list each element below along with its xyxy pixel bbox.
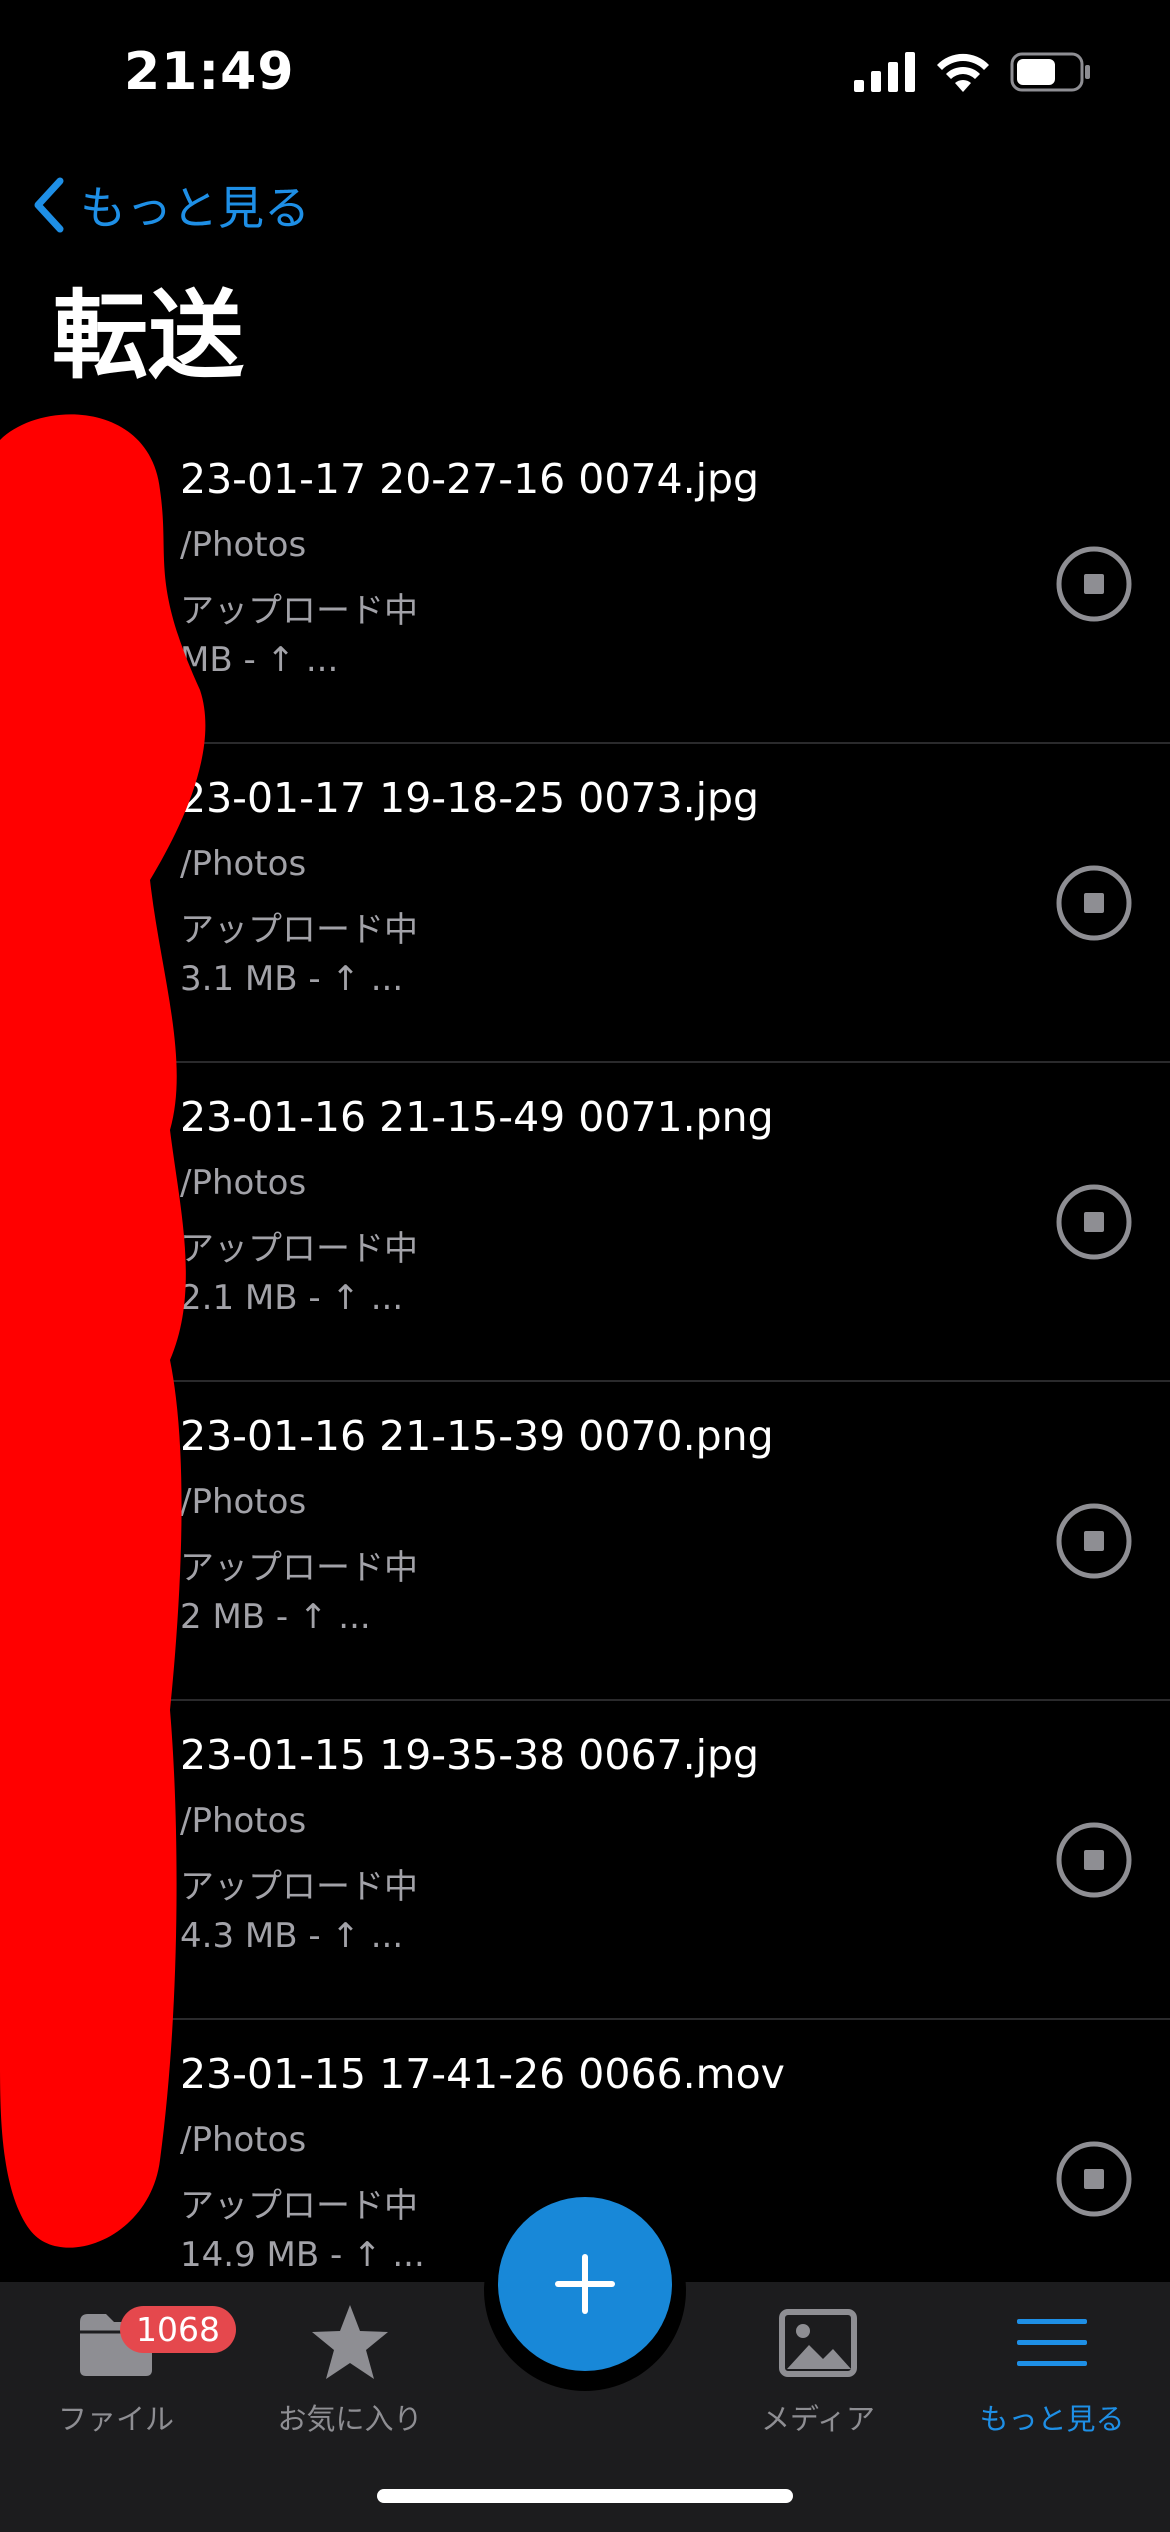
battery-icon bbox=[1010, 52, 1090, 92]
transfer-state: アップロード中 bbox=[180, 1867, 418, 1907]
tab-files-label: ファイル bbox=[57, 2402, 174, 2436]
redaction-overlay bbox=[0, 414, 206, 2248]
tab-media-label: メディア bbox=[761, 2402, 875, 2436]
file-name: 23-01-15 17-41-26 0066.mov bbox=[180, 2050, 785, 2098]
stop-transfer-icon[interactable] bbox=[1055, 864, 1133, 942]
transfer-progress: 14.9 MB - ↑ ... bbox=[180, 2235, 425, 2275]
tab-media[interactable]: メディア bbox=[718, 2298, 918, 2458]
transfer-state: アップロード中 bbox=[180, 2186, 418, 2226]
files-count-badge: 1068 bbox=[120, 2306, 236, 2353]
back-button[interactable]: もっと見る bbox=[26, 172, 310, 238]
home-indicator bbox=[377, 2489, 793, 2503]
stop-transfer-icon[interactable] bbox=[1055, 1183, 1133, 1261]
signal-icon bbox=[854, 52, 915, 92]
photo-icon bbox=[773, 2298, 863, 2388]
transfer-state: アップロード中 bbox=[180, 1229, 418, 1269]
plus-icon bbox=[555, 2254, 615, 2314]
wifi-icon bbox=[937, 53, 989, 92]
transfer-state: アップロード中 bbox=[180, 1548, 418, 1588]
tab-favorites[interactable]: お気に入り bbox=[250, 2298, 450, 2458]
status-time: 21:49 bbox=[124, 42, 295, 102]
tab-more-label: もっと見る bbox=[979, 2402, 1125, 2436]
status-icons bbox=[854, 52, 1092, 92]
chevron-left-icon bbox=[34, 177, 64, 233]
file-name: 23-01-15 19-35-38 0067.jpg bbox=[180, 1731, 760, 1779]
file-name: 23-01-17 20-27-16 0074.jpg bbox=[180, 455, 760, 503]
hamburger-icon bbox=[1007, 2298, 1097, 2388]
stop-transfer-icon[interactable] bbox=[1055, 1502, 1133, 1580]
transfer-state: アップロード中 bbox=[180, 910, 418, 950]
status-bar: 21:49 bbox=[0, 0, 1170, 150]
back-button-label: もっと見る bbox=[80, 181, 310, 235]
add-button[interactable] bbox=[498, 2197, 672, 2371]
file-name: 23-01-16 21-15-39 0070.png bbox=[180, 1412, 774, 1460]
file-name: 23-01-16 21-15-49 0071.png bbox=[180, 1093, 774, 1141]
stop-transfer-icon[interactable] bbox=[1055, 2140, 1133, 2218]
page-title: 転送 bbox=[52, 280, 244, 392]
tab-favorites-label: お気に入り bbox=[277, 2402, 423, 2436]
tab-files[interactable]: ファイル 1068 bbox=[16, 2298, 236, 2458]
tab-more[interactable]: もっと見る bbox=[952, 2298, 1152, 2458]
star-icon bbox=[305, 2298, 395, 2388]
file-name: 23-01-17 19-18-25 0073.jpg bbox=[180, 774, 760, 822]
transfer-state: アップロード中 bbox=[180, 591, 418, 631]
stop-transfer-icon[interactable] bbox=[1055, 1821, 1133, 1899]
stop-transfer-icon[interactable] bbox=[1055, 545, 1133, 623]
